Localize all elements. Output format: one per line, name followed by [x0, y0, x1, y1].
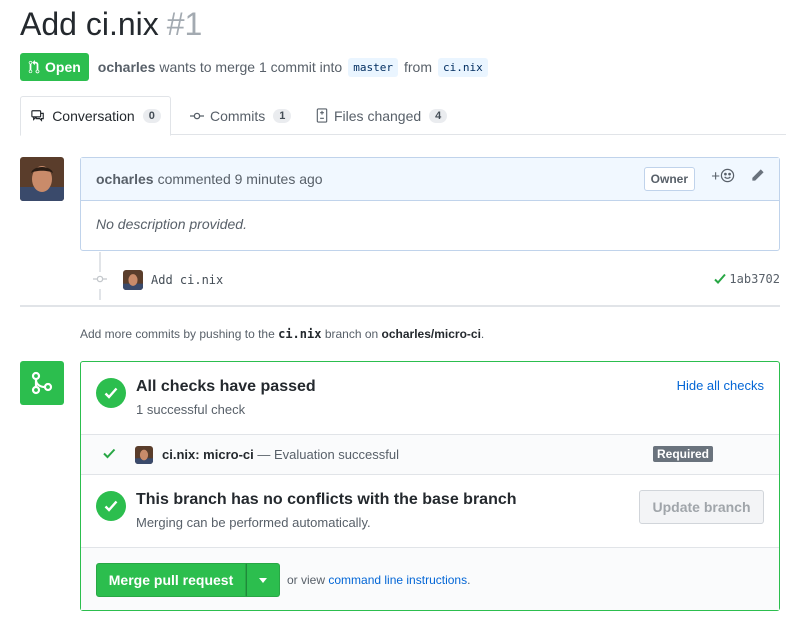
pr-title: Add ci.nix #1	[20, 6, 202, 46]
pr-author-link[interactable]: ocharles	[98, 59, 156, 75]
commit-sha[interactable]: 1ab3702	[714, 272, 780, 286]
comment-body: No description provided.	[96, 216, 247, 232]
check-circle-icon	[96, 491, 126, 521]
check-run-name: ci.nix: micro-ci	[162, 447, 254, 462]
edit-comment-button[interactable]	[750, 168, 765, 188]
check-run-desc: — Evaluation successful	[257, 447, 399, 462]
commit-message[interactable]: Add ci.nix	[151, 273, 223, 287]
push-hint-suffix: .	[480, 327, 485, 341]
conflict-sub: Merging can be performed automatically.	[136, 515, 371, 530]
tab-files-label: Files changed	[334, 107, 422, 124]
conflict-heading: This branch has no conflicts with the ba…	[136, 491, 517, 508]
push-hint-prefix: Add more commits by pushing to the	[80, 327, 275, 341]
merge-pull-request-button[interactable]: Merge pull request	[96, 563, 246, 597]
tab-commits-count: 1	[273, 108, 292, 123]
checks-heading: All checks have passed	[136, 378, 316, 395]
push-hint-middle: branch on	[324, 327, 379, 341]
commit-sha-label: 1ab3702	[729, 272, 780, 286]
comment-timestamp[interactable]: commented 9 minutes ago	[158, 171, 323, 187]
comment-author[interactable]: ocharles	[96, 171, 154, 187]
tab-conversation-label: Conversation	[52, 108, 135, 124]
or-view-prefix: or view	[287, 573, 326, 587]
commit-row: Add ci.nix 1ab3702	[90, 270, 780, 290]
push-hint: Add more commits by pushing to the ci.ni…	[80, 327, 484, 341]
tab-conversation-count: 0	[142, 109, 161, 123]
avatar[interactable]	[20, 157, 64, 201]
or-view-suffix: .	[467, 573, 471, 587]
check-icon	[103, 446, 116, 462]
base-branch[interactable]: master	[348, 57, 398, 77]
triangle-down-icon	[259, 577, 267, 583]
git-commit-icon	[190, 112, 204, 119]
check-icon	[714, 273, 727, 284]
git-commit-icon	[90, 271, 110, 289]
or-view-text: or view command line instructions.	[287, 573, 470, 587]
push-hint-branch: ci.nix	[278, 327, 322, 341]
timeline-divider	[20, 305, 780, 307]
check-run-avatar	[135, 446, 153, 464]
merge-box: All checks have passed 1 successful chec…	[80, 361, 780, 611]
checks-section: All checks have passed 1 successful chec…	[81, 362, 779, 434]
pull-request-icon	[28, 60, 40, 74]
commit-avatar[interactable]	[123, 270, 143, 290]
tab-files-count: 4	[429, 108, 448, 123]
add-reaction-button[interactable]: +	[711, 168, 735, 185]
conflict-section: This branch has no conflicts with the ba…	[81, 475, 779, 547]
state-badge: Open	[20, 53, 89, 81]
owner-badge: Owner	[643, 167, 695, 191]
comment-box: ocharles commented 9 minutes ago Owner +…	[80, 157, 780, 251]
merge-summary: wants to merge 1 commit into	[159, 59, 343, 75]
merge-section: Merge pull request or view command line …	[81, 547, 779, 610]
update-branch-button[interactable]: Update branch	[639, 490, 764, 524]
from-word: from	[403, 59, 432, 75]
checks-sub: 1 successful check	[136, 402, 246, 417]
head-branch[interactable]: ci.nix	[437, 57, 488, 77]
tab-commits[interactable]: Commits 1	[190, 96, 292, 135]
tab-conversation[interactable]: Conversation 0	[20, 96, 171, 136]
check-run-text: ci.nix: micro-ci — Evaluation successful	[162, 447, 399, 462]
merge-button-group: Merge pull request	[96, 563, 280, 597]
state-label: Open	[45, 59, 81, 75]
tab-files-changed[interactable]: Files changed 4	[316, 96, 448, 135]
tab-commits-label: Commits	[210, 107, 266, 124]
check-run-row: ci.nix: micro-ci — Evaluation successful…	[81, 434, 779, 475]
hide-checks-link[interactable]: Hide all checks	[677, 378, 764, 393]
pr-meta: Open ocharles wants to merge 1 commit in…	[20, 53, 490, 81]
pencil-icon	[752, 169, 764, 181]
command-line-instructions-link[interactable]: command line instructions	[328, 573, 467, 587]
comment-discussion-icon	[31, 110, 45, 122]
git-merge-icon	[20, 361, 64, 405]
smiley-icon	[720, 168, 735, 183]
merge-options-dropdown[interactable]	[246, 563, 280, 597]
check-circle-icon	[96, 378, 126, 408]
reaction-plus: +	[711, 168, 720, 185]
required-badge: Required	[653, 446, 714, 462]
pr-number: #1	[166, 6, 203, 42]
pr-title-text: Add ci.nix	[20, 6, 159, 42]
push-hint-repo: ocharles/micro-ci	[381, 327, 481, 341]
diff-icon	[316, 108, 328, 123]
pr-tabs: Conversation 0 Commits 1 Files changed 4	[20, 96, 786, 136]
